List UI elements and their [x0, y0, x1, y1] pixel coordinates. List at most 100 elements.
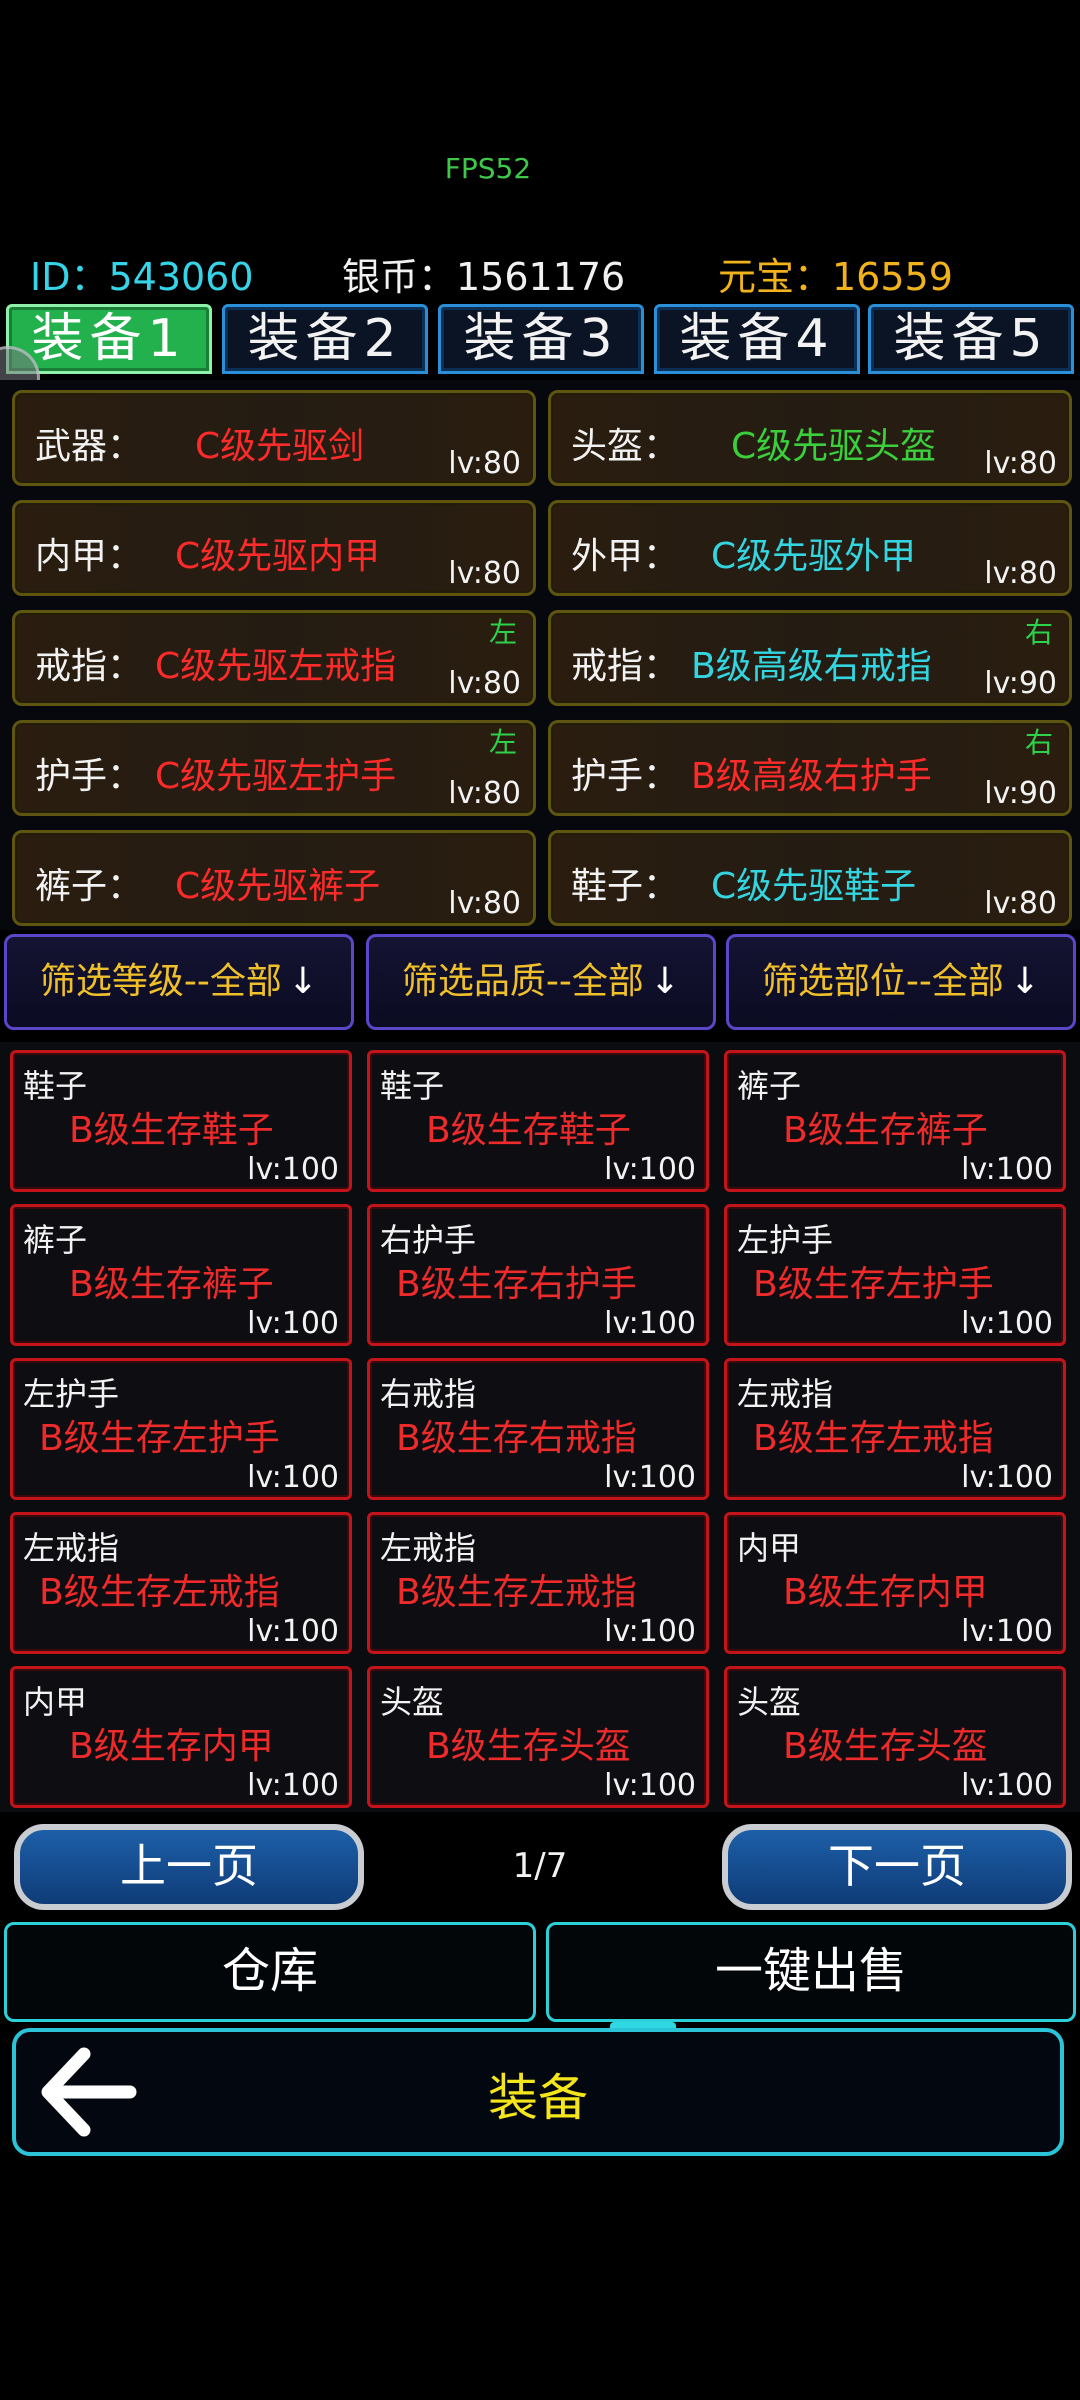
tab-equipment-5[interactable]: 装备5: [868, 304, 1074, 374]
inventory-item[interactable]: 左戒指 B级生存左戒指 lv:100: [367, 1512, 709, 1654]
inventory-item[interactable]: 左戒指 B级生存左戒指 lv:100: [724, 1358, 1066, 1500]
slot-label: 武器：: [35, 426, 144, 467]
item-level: lv:100: [604, 1306, 696, 1341]
slot-label: 护手：: [571, 756, 680, 797]
next-page-button[interactable]: 下一页: [722, 1824, 1072, 1910]
tab-equipment-3[interactable]: 装备3: [438, 304, 644, 374]
slot-item-name: C级先驱剑: [195, 426, 365, 467]
sell-all-button[interactable]: 一键出售: [546, 1922, 1076, 2022]
equipped-slot[interactable]: 内甲： C级先驱内甲 lv:80: [12, 500, 536, 596]
item-name: B级生存左护手: [753, 1264, 994, 1305]
item-level: lv:100: [604, 1768, 696, 1803]
slot-item-level: lv:80: [448, 556, 521, 591]
item-level: lv:100: [247, 1152, 339, 1187]
item-name: B级生存左护手: [39, 1418, 280, 1459]
slot-item-level: lv:80: [984, 886, 1057, 921]
warehouse-button[interactable]: 仓库: [4, 1922, 536, 2022]
filter-slot-dropdown[interactable]: 筛选部位--全部 ↓: [726, 934, 1076, 1030]
slot-label: 戒指：: [35, 646, 144, 687]
item-level: lv:100: [604, 1614, 696, 1649]
item-level: lv:100: [604, 1460, 696, 1495]
chevron-down-icon: ↓: [287, 961, 319, 1002]
filter-slot-label: 筛选部位--全部: [761, 961, 1004, 1002]
inventory-item[interactable]: 裤子 B级生存裤子 lv:100: [10, 1204, 352, 1346]
inventory-item[interactable]: 鞋子 B级生存鞋子 lv:100: [367, 1050, 709, 1192]
inventory-item[interactable]: 鞋子 B级生存鞋子 lv:100: [10, 1050, 352, 1192]
filter-bar: 筛选等级--全部 ↓ 筛选品质--全部 ↓ 筛选部位--全部 ↓: [0, 934, 1080, 1038]
slot-item-level: lv:90: [984, 666, 1057, 701]
filter-quality-dropdown[interactable]: 筛选品质--全部 ↓: [366, 934, 716, 1030]
slot-item-level: lv:90: [984, 776, 1057, 811]
inventory-grid: 鞋子 B级生存鞋子 lv:100 鞋子 B级生存鞋子 lv:100 裤子 B级生存裤子 lv:1…: [0, 1042, 1080, 1812]
item-name: B级生存裤子: [783, 1110, 988, 1151]
screen-title: 装备: [488, 2069, 588, 2127]
inventory-item[interactable]: 内甲 B级生存内甲 lv:100: [10, 1666, 352, 1808]
item-name: B级生存头盔: [426, 1726, 631, 1767]
slot-item-name: C级先驱头盔: [731, 426, 937, 467]
equipped-slot[interactable]: 护手： C级先驱左护手 lv:80 左: [12, 720, 536, 816]
item-name: B级生存鞋子: [426, 1110, 631, 1151]
equipped-slot[interactable]: 裤子： C级先驱裤子 lv:80: [12, 830, 536, 926]
slot-label: 外甲：: [571, 536, 680, 577]
item-name: B级生存头盔: [783, 1726, 988, 1767]
slot-item-level: lv:80: [448, 666, 521, 701]
page-indicator: 1/7: [512, 1846, 568, 1886]
slot-side-marker: 右: [1024, 726, 1053, 759]
item-name: B级生存左戒指: [396, 1572, 637, 1613]
slot-label: 内甲：: [35, 536, 144, 577]
item-name: B级生存左戒指: [753, 1418, 994, 1459]
gold-ingots: 元宝：16559: [718, 255, 953, 299]
slot-label: 裤子：: [35, 866, 144, 907]
tab-equipment-4[interactable]: 装备4: [654, 304, 860, 374]
equipped-slot[interactable]: 戒指： C级先驱左戒指 lv:80 左: [12, 610, 536, 706]
item-level: lv:100: [961, 1460, 1053, 1495]
item-name: B级生存裤子: [69, 1264, 274, 1305]
inventory-item[interactable]: 左护手 B级生存左护手 lv:100: [724, 1204, 1066, 1346]
prev-page-button[interactable]: 上一页: [14, 1824, 364, 1910]
item-name: B级生存右护手: [396, 1264, 637, 1305]
silver-coins: 银币：1561176: [342, 255, 626, 299]
slot-label: 鞋子：: [571, 866, 680, 907]
filter-level-dropdown[interactable]: 筛选等级--全部 ↓: [4, 934, 354, 1030]
player-id: ID：543060: [30, 255, 254, 299]
item-level: lv:100: [961, 1152, 1053, 1187]
inventory-item[interactable]: 左戒指 B级生存左戒指 lv:100: [10, 1512, 352, 1654]
inventory-item[interactable]: 右护手 B级生存右护手 lv:100: [367, 1204, 709, 1346]
inventory-item[interactable]: 头盔 B级生存头盔 lv:100: [367, 1666, 709, 1808]
equipped-slots-panel: 武器： C级先驱剑 lv:80 头盔： C级先驱头盔 lv:80 内甲： C级先驱内甲 lv:8…: [0, 380, 1080, 930]
equipped-slot[interactable]: 头盔： C级先驱头盔 lv:80: [548, 390, 1072, 486]
equipped-slot[interactable]: 鞋子： C级先驱鞋子 lv:80: [548, 830, 1072, 926]
slot-label: 戒指：: [571, 646, 680, 687]
chevron-down-icon: ↓: [649, 961, 681, 1002]
filter-level-label: 筛选等级--全部: [39, 961, 282, 1002]
slot-item-name: C级先驱裤子: [175, 866, 381, 907]
slot-item-name: B级高级右戒指: [691, 646, 932, 687]
item-level: lv:100: [604, 1152, 696, 1187]
slot-label: 护手：: [35, 756, 144, 797]
item-level: lv:100: [961, 1306, 1053, 1341]
slot-item-name: C级先驱左护手: [155, 756, 397, 797]
item-level: lv:100: [247, 1460, 339, 1495]
item-name: B级生存内甲: [783, 1572, 988, 1613]
item-level: lv:100: [961, 1614, 1053, 1649]
slot-item-name: C级先驱鞋子: [711, 866, 917, 907]
inventory-item[interactable]: 裤子 B级生存裤子 lv:100: [724, 1050, 1066, 1192]
item-name: B级生存内甲: [69, 1726, 274, 1767]
inventory-item[interactable]: 右戒指 B级生存右戒指 lv:100: [367, 1358, 709, 1500]
equipped-slot[interactable]: 戒指： B级高级右戒指 lv:90 右: [548, 610, 1072, 706]
slot-side-marker: 右: [1024, 616, 1053, 649]
inventory-item[interactable]: 头盔 B级生存头盔 lv:100: [724, 1666, 1066, 1808]
inventory-item[interactable]: 左护手 B级生存左护手 lv:100: [10, 1358, 352, 1500]
chevron-down-icon: ↓: [1009, 961, 1041, 1002]
equipped-slot[interactable]: 外甲： C级先驱外甲 lv:80: [548, 500, 1072, 596]
fps-counter: FPS52: [444, 152, 532, 185]
tab-equipment-2[interactable]: 装备2: [222, 304, 428, 374]
slot-item-name: C级先驱外甲: [711, 536, 917, 577]
equipped-slot[interactable]: 护手： B级高级右护手 lv:90 右: [548, 720, 1072, 816]
slot-label: 头盔：: [571, 426, 680, 467]
filter-quality-label: 筛选品质--全部: [401, 961, 644, 1002]
inventory-item[interactable]: 内甲 B级生存内甲 lv:100: [724, 1512, 1066, 1654]
equipment-set-tabs: 装备1 装备2 装备3 装备4 装备5: [0, 300, 1080, 380]
equipped-slot[interactable]: 武器： C级先驱剑 lv:80: [12, 390, 536, 486]
item-level: lv:100: [247, 1614, 339, 1649]
